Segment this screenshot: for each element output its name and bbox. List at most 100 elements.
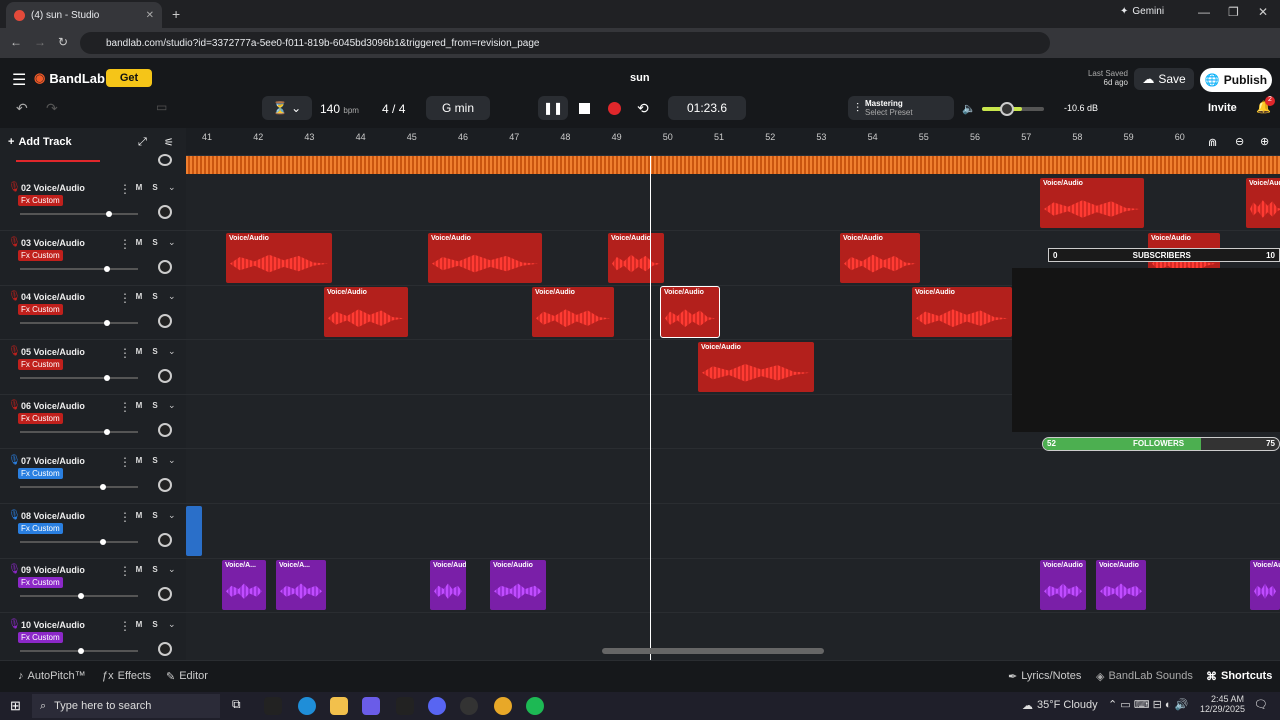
app-icon[interactable] [264,697,282,715]
track-header[interactable]: 🎙 05 Voice/Audio Fx Custom ⋮ M S ⌄ [0,340,186,395]
track-header[interactable]: 🎙 02 Voice/Audio Fx Custom ⋮ M S ⌄ [0,176,186,231]
horizontal-scrollbar[interactable] [602,648,824,654]
more-icon[interactable]: ⋮ [119,510,131,524]
volume-slider[interactable] [20,429,138,436]
track-header[interactable]: 🎙 09 Voice/Audio Fx Custom ⋮ M S ⌄ [0,558,186,614]
pan-knob[interactable] [158,368,172,383]
audio-clip[interactable]: Voice/Audio [1250,560,1280,611]
fx-badge[interactable]: Fx Custom [18,522,63,534]
fx-badge[interactable]: Fx Custom [18,631,63,643]
gemini-button[interactable]: ✦ Gemini [1120,6,1164,17]
track-name[interactable]: 09 Voice/Audio [21,565,85,575]
mute-button[interactable]: M [133,238,145,248]
fx-badge[interactable]: Fx Custom [18,195,63,206]
editor-button[interactable]: ✎ Editor [166,670,208,683]
audio-clip[interactable]: Voice/Audio [490,560,546,611]
solo-button[interactable]: S [149,292,161,302]
mastering-button[interactable]: ⫶ Mastering Select Preset [848,96,954,120]
track-header[interactable]: 🎙 03 Voice/Audio Fx Custom ⋮ M S ⌄ [0,231,186,286]
fx-badge[interactable]: Fx Custom [18,304,63,316]
fx-badge[interactable]: Fx Custom [18,413,63,425]
chevron-down-icon[interactable]: ⌄ [168,619,176,630]
solo-button[interactable]: S [149,183,161,193]
mute-button[interactable]: M [133,347,145,357]
audio-clip[interactable]: Voice/Audio [698,341,814,392]
more-icon[interactable]: ⋮ [119,564,131,578]
record-button[interactable] [608,102,621,115]
track-lane[interactable]: Voice/A... Voice/A... Voice/Audio Voice/Aud… [186,558,1280,614]
chrome-icon[interactable] [494,697,512,715]
panel-icon[interactable]: ▭ [156,100,167,114]
track-name[interactable]: 02 Voice/Audio [21,183,85,193]
back-icon[interactable]: ← [10,35,22,49]
pan-knob[interactable] [158,478,172,492]
track-01-pan-knob[interactable] [158,154,172,166]
track-header[interactable]: 🎙 04 Voice/Audio Fx Custom ⋮ M S ⌄ [0,285,186,341]
chevron-down-icon[interactable]: ⌄ [168,510,176,521]
audio-clip[interactable]: Voice/Audio [430,560,466,611]
solo-button[interactable]: S [149,401,161,411]
track-name[interactable]: 06 Voice/Audio [21,401,85,411]
fx-badge[interactable]: Fx Custom [18,249,63,261]
more-icon[interactable]: ⋮ [119,455,131,469]
add-track-button[interactable]: + Add Track [8,136,72,148]
close-window-icon[interactable]: ✕ [1258,5,1268,19]
solo-button[interactable]: S [149,511,161,521]
clock[interactable]: 2:45 AM 12/29/2025 [1200,694,1245,714]
discord-icon[interactable] [428,697,446,715]
audio-clip[interactable]: Voice/Audio [1040,560,1086,611]
tab-close-icon[interactable]: ✕ [146,10,154,21]
more-icon[interactable]: ⋮ [119,400,131,414]
audio-clip[interactable]: Voice/A... [276,560,326,611]
volume-slider[interactable] [20,320,138,327]
solo-button[interactable]: S [149,620,161,630]
publish-button[interactable]: 🌐 Publish [1200,68,1272,92]
zoom-in-icon[interactable]: ⊕ [1260,135,1269,148]
pan-knob[interactable] [158,259,172,274]
system-tray-icons[interactable]: ⌃ ▭ ⌨ ⊟ ◐ 🔊 [1108,698,1188,711]
fx-badge[interactable]: Fx Custom [18,577,63,589]
chevron-down-icon[interactable]: ⌄ [168,455,176,466]
chevron-down-icon[interactable]: ⌄ [168,564,176,575]
more-icon[interactable]: ⋮ [119,291,131,305]
loop-icon[interactable]: ⟲ [637,100,649,117]
project-title[interactable]: sun [630,72,650,84]
solo-button[interactable]: S [149,347,161,357]
magnet-icon[interactable]: ⋒ [1208,136,1217,149]
audio-clip[interactable] [186,505,202,556]
track-name[interactable]: 08 Voice/Audio [21,511,85,521]
track-lane[interactable]: Voice/Audio Voice/Audio [186,176,1280,231]
mute-button[interactable]: M [133,401,145,411]
pan-knob[interactable] [158,314,172,329]
audio-clip[interactable]: Voice/Audio [428,232,542,283]
zoom-out-icon[interactable]: ⊖ [1235,135,1244,148]
audio-clip[interactable]: Voice/Audio [660,286,720,339]
track-01-slider[interactable] [16,160,100,162]
pause-button[interactable]: ❚❚ [538,96,568,120]
audio-clip[interactable]: Voice/Audio [1246,178,1280,228]
new-tab-icon[interactable]: + [172,6,180,22]
track-header[interactable]: 🎙 07 Voice/Audio Fx Custom ⋮ M S ⌄ [0,449,186,504]
pan-knob[interactable] [158,641,172,656]
fx-badge[interactable]: Fx Custom [18,358,63,370]
shortcuts-button[interactable]: ⌘ Shortcuts [1206,670,1272,683]
track-header[interactable]: 🎙 08 Voice/Audio Fx Custom ⋮ M S ⌄ [0,504,186,559]
more-icon[interactable]: ⋮ [119,182,131,196]
volume-slider[interactable] [20,647,138,654]
browser-tab[interactable]: (4) sun - Studio ✕ [6,2,162,28]
track-name[interactable]: 10 Voice/Audio [21,620,85,630]
task-view-icon[interactable]: ⧉ [232,697,250,715]
chevron-down-icon[interactable]: ⌄ [168,182,176,193]
volume-slider[interactable] [20,484,138,490]
stop-button[interactable] [579,103,590,114]
arrangement-area[interactable]: Voice/AudioVoice/AudioVoice/AudioVoice/A… [186,156,1280,660]
volume-slider[interactable] [20,538,138,545]
mute-button[interactable]: M [133,292,145,302]
app-icon-2[interactable] [396,697,414,715]
time-signature[interactable]: 4 / 4 [382,102,405,116]
track-name[interactable]: 04 Voice/Audio [21,292,85,302]
mute-button[interactable]: M [133,456,145,466]
spotify-icon[interactable] [526,697,544,715]
chevron-down-icon[interactable]: ⌄ [168,237,176,248]
volume-slider[interactable] [20,265,138,272]
